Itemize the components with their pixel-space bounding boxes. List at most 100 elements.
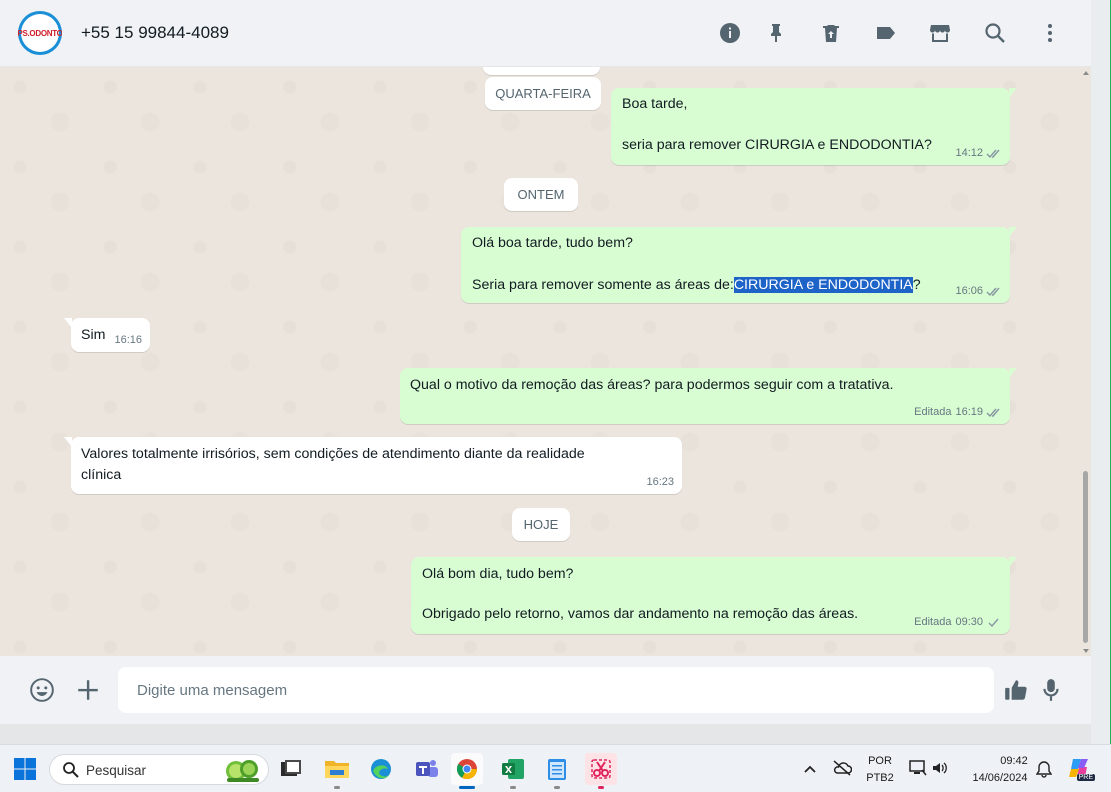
message-time: 16:23 — [646, 476, 674, 488]
plus-icon[interactable] — [74, 676, 102, 704]
message-text: Obrigado pelo retorno, vamos dar andamen… — [422, 606, 859, 622]
emoji-icon[interactable] — [28, 676, 56, 704]
date-chip-previous — [483, 67, 600, 75]
chat-header: PS.ODONTO +55 15 99844-4089 — [0, 0, 1091, 67]
taskbar-edge[interactable] — [365, 753, 397, 785]
message-composer — [0, 656, 1091, 724]
chrome-icon — [456, 759, 478, 780]
double-check-icon — [986, 408, 1000, 417]
copilot-button[interactable]: PRE — [1067, 755, 1095, 781]
message-meta: 14:12 — [955, 147, 1002, 159]
message-time: 09:30 — [955, 616, 983, 628]
message-text: Olá bom dia, tudo bem? — [422, 566, 574, 582]
chat-scrollbar[interactable] — [1080, 67, 1091, 656]
message-outgoing[interactable]: Qual o motivo da remoção das áreas? para… — [400, 368, 1017, 424]
language-indicator[interactable]: POR — [864, 755, 896, 767]
label-icon[interactable] — [873, 19, 899, 47]
message-meta: 16:23 — [646, 476, 674, 488]
taskbar-teams[interactable] — [411, 753, 443, 785]
search-label: Pesquisar — [86, 763, 147, 778]
onedrive-offline-icon[interactable] — [832, 759, 852, 777]
window-edge — [1091, 0, 1111, 744]
message-time: 16:06 — [955, 285, 983, 297]
notification-bell-icon[interactable] — [1036, 760, 1052, 778]
notepad-icon — [548, 759, 566, 780]
menu-dots-icon[interactable] — [1037, 19, 1063, 47]
copilot-preview-badge: PRE — [1076, 774, 1095, 781]
message-outgoing[interactable]: Olá boa tarde, tudo bem? Seria para remo… — [461, 227, 1017, 303]
taskbar-chrome[interactable] — [451, 753, 483, 789]
store-icon[interactable] — [927, 19, 953, 47]
message-incoming[interactable]: Sim 16:16 — [64, 318, 150, 352]
clock-time[interactable]: 09:42 — [990, 755, 1038, 767]
avatar-logo-text: PS.ODONTO — [18, 28, 62, 38]
thumbs-up-icon[interactable] — [1002, 676, 1030, 704]
edited-label: Editada — [914, 406, 952, 418]
network-icon[interactable] — [908, 759, 928, 777]
message-text: Seria para remover somente as áreas de:C… — [472, 277, 921, 293]
task-view-icon — [281, 760, 301, 776]
volume-icon[interactable] — [931, 760, 949, 776]
taskbar-search[interactable]: Pesquisar — [49, 754, 269, 785]
avatar-logo: PS.ODONTO — [18, 14, 62, 52]
tray-chevron-up-icon[interactable] — [803, 763, 817, 775]
edge-icon — [371, 759, 391, 779]
scroll-thumb[interactable] — [1083, 471, 1088, 643]
search-icon — [63, 762, 79, 778]
message-text: seria para remover CIRURGIA e ENDODONTIA… — [622, 137, 932, 153]
windows-taskbar: Pesquisar POR PTB2 09:42 14/06/2024 PRE — [0, 744, 1111, 792]
selected-text: CIRURGIA e ENDODONTIA — [733, 277, 913, 293]
date-chip-today: HOJE — [512, 508, 570, 541]
double-check-icon — [986, 287, 1000, 296]
message-outgoing[interactable]: Olá bom dia, tudo bem? Obrigado pelo ret… — [411, 557, 1017, 634]
scroll-down-arrow[interactable] — [1083, 649, 1089, 653]
message-text: Sim — [81, 327, 106, 343]
start-button[interactable] — [9, 753, 41, 785]
taskbar-file-explorer[interactable] — [321, 753, 353, 789]
edited-label: Editada — [914, 616, 952, 628]
message-text: Qual o motivo da remoção das áreas? para… — [410, 377, 894, 393]
message-meta: Editada 09:30 — [914, 616, 1002, 628]
message-input[interactable] — [118, 667, 994, 713]
message-text: Olá boa tarde, tudo bem? — [472, 235, 633, 251]
teams-icon — [416, 760, 438, 777]
double-check-icon — [986, 149, 1000, 158]
folder-icon — [325, 761, 349, 778]
message-text: Valores totalmente irrisórios, sem condi… — [81, 446, 585, 462]
message-text-prefix: Seria para remover somente as áreas de: — [472, 277, 734, 293]
message-time: 16:16 — [114, 334, 142, 346]
window-footer — [0, 724, 1091, 744]
contact-avatar[interactable]: PS.ODONTO — [18, 11, 62, 55]
snipping-tool-icon — [591, 759, 611, 779]
taskbar-excel[interactable] — [497, 753, 529, 789]
taskbar-snipping-tool[interactable] — [585, 753, 617, 789]
info-icon[interactable] — [717, 19, 743, 47]
windows-logo-icon — [14, 758, 36, 780]
search-icon[interactable] — [982, 19, 1008, 47]
microphone-icon[interactable] — [1037, 676, 1065, 704]
clock-date[interactable]: 14/06/2024 — [962, 772, 1038, 784]
date-chip-yesterday: ONTEM — [504, 178, 578, 211]
message-time: 16:19 — [955, 406, 983, 418]
pin-icon[interactable] — [763, 19, 789, 47]
date-chip-wednesday: QUARTA-FEIRA — [485, 77, 601, 110]
taskbar-task-view[interactable] — [275, 753, 307, 785]
message-time: 14:12 — [955, 147, 983, 159]
search-highlight-lime-icon — [226, 760, 259, 782]
taskbar-notepad[interactable] — [541, 753, 573, 789]
keyboard-layout-indicator[interactable]: PTB2 — [864, 772, 896, 784]
excel-icon — [502, 759, 524, 779]
delete-icon[interactable] — [818, 19, 844, 47]
chat-panel[interactable]: QUARTA-FEIRA Boa tarde, seria para remov… — [0, 67, 1091, 656]
message-meta: 16:06 — [955, 285, 1002, 297]
single-check-icon — [988, 618, 999, 627]
message-incoming[interactable]: Valores totalmente irrisórios, sem condi… — [64, 437, 682, 494]
message-meta: Editada 16:19 — [914, 406, 1002, 418]
message-meta: 16:16 — [114, 334, 142, 346]
contact-name[interactable]: +55 15 99844-4089 — [81, 23, 229, 43]
whatsapp-window: PS.ODONTO +55 15 99844-4089 QUARTA-FEIRA… — [0, 0, 1111, 744]
message-outgoing[interactable]: Boa tarde, seria para remover CIRURGIA e… — [611, 88, 1017, 165]
message-text: clínica — [81, 467, 122, 483]
message-text: Boa tarde, — [622, 96, 688, 112]
scroll-up-arrow[interactable] — [1083, 71, 1089, 75]
